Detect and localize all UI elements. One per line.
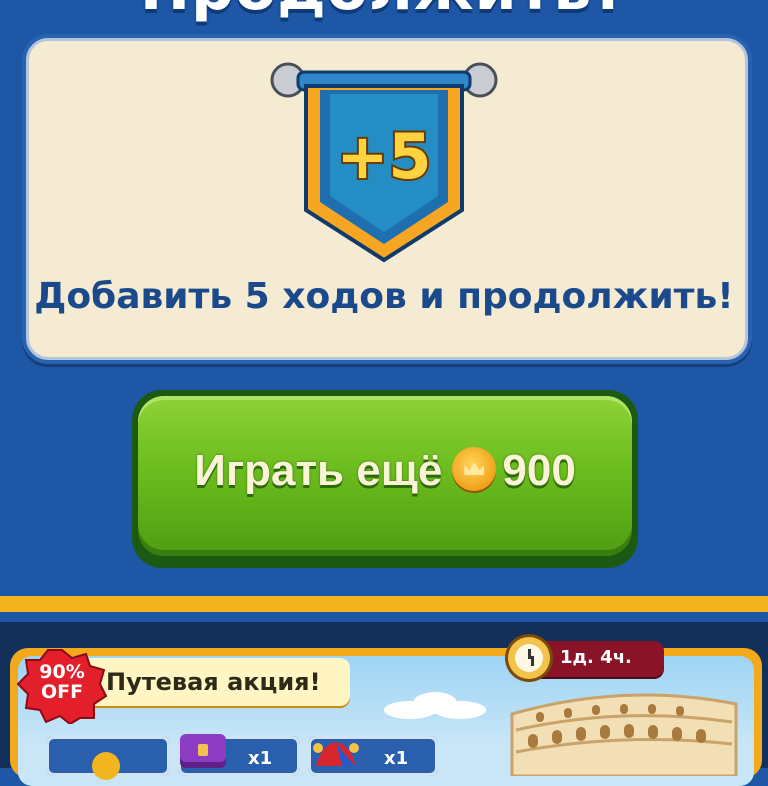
- jester-count: x1: [384, 748, 409, 769]
- screen-title: Продолжить?: [0, 0, 768, 24]
- play-again-label-row: Играть ещё 900: [138, 446, 632, 496]
- jester-hat-icon: [313, 742, 359, 766]
- divider-stripe: [0, 596, 768, 612]
- plus-five-label: +5: [336, 120, 431, 193]
- play-again-price: 900: [502, 446, 576, 495]
- play-again-label: Играть ещё: [194, 446, 443, 495]
- offer-timer: 1д. 4ч.: [560, 647, 632, 668]
- cloud-icon: [384, 692, 486, 719]
- chest-icon: [180, 734, 226, 768]
- coin-icon: [452, 447, 497, 492]
- continue-message: Добавить 5 ходов и продолжить!: [34, 276, 734, 317]
- play-again-button[interactable]: Играть ещё 900: [132, 390, 638, 568]
- clock-icon: [508, 637, 550, 679]
- colosseum-icon: [510, 693, 738, 776]
- discount-label: 90% OFF: [39, 661, 85, 703]
- coin-stack-icon: [92, 752, 120, 780]
- offer-title: Путевая акция!: [106, 668, 321, 696]
- chest-count: x1: [248, 748, 273, 769]
- play-again-button-face: Играть ещё 900: [138, 396, 632, 556]
- divider-gap: [0, 612, 768, 622]
- plus-five-banner: +5: [270, 62, 498, 263]
